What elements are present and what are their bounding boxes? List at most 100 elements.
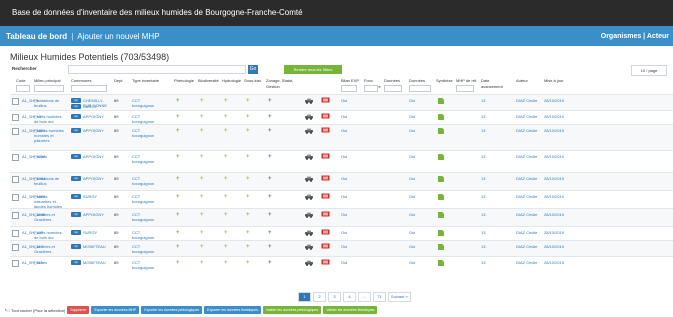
page-size-select[interactable]: 10 / page <box>631 65 667 76</box>
pdf-icon[interactable] <box>321 175 330 181</box>
column-header[interactable]: MHP de réf. <box>456 78 478 94</box>
add-icon[interactable]: + <box>246 98 250 104</box>
table-row[interactable]: A1_0H_1005 Prairies naturelles et landes … <box>10 190 673 209</box>
add-icon[interactable]: + <box>200 230 204 236</box>
row-checkbox[interactable] <box>12 154 19 161</box>
select-all-label[interactable]: Tout cocher (Pour la sélection) <box>11 308 65 313</box>
column-filter-select[interactable] <box>16 85 30 92</box>
row-milieu[interactable]: Forêts humides de bois dur <box>34 114 64 124</box>
bulk-action-button[interactable]: Exporter les données floristiques <box>204 306 261 314</box>
row-commune[interactable]: APPOIGNY <box>83 212 113 217</box>
add-icon[interactable]: + <box>200 244 204 250</box>
row-milieu[interactable]: Forêts humides de bois dur <box>34 230 64 240</box>
row-checkbox[interactable] <box>12 260 19 267</box>
reset-filters-button[interactable]: Rendre tous les filtres <box>284 65 342 74</box>
page-button[interactable]: ... <box>358 292 371 302</box>
pdf-icon[interactable] <box>321 113 330 119</box>
add-icon[interactable]: + <box>200 212 204 218</box>
page-button[interactable]: 4 <box>343 292 356 302</box>
add-icon[interactable]: + <box>224 260 228 266</box>
add-icon[interactable]: + <box>200 98 204 104</box>
row-commune[interactable]: APPOIGNY <box>83 114 113 119</box>
row-commune[interactable]: APPOIGNY <box>83 176 113 181</box>
add-icon[interactable]: + <box>246 114 250 120</box>
column-header[interactable]: Données validées <box>384 78 406 94</box>
page-button[interactable]: 71 <box>373 292 386 302</box>
bulk-action-button[interactable]: Valider les données pédologiques <box>262 306 322 314</box>
document-icon[interactable] <box>438 154 444 160</box>
add-icon[interactable]: + <box>268 128 272 134</box>
pdf-icon[interactable] <box>321 243 330 249</box>
pdf-icon[interactable] <box>321 229 330 235</box>
column-header[interactable]: Mise à jour <box>544 78 574 94</box>
row-milieu[interactable]: Plantations de feuillus <box>34 176 64 186</box>
row-commune[interactable]: APPOIGNY <box>83 128 113 133</box>
add-icon[interactable]: + <box>268 230 272 236</box>
column-header[interactable]: Hydrologie <box>222 78 242 94</box>
bulk-action-button[interactable]: Valider les données floristiques <box>323 306 378 314</box>
column-header[interactable] <box>304 78 320 94</box>
row-checkbox[interactable] <box>12 128 19 135</box>
add-icon[interactable]: + <box>176 260 180 266</box>
select-all-icon[interactable]: └□ <box>4 308 9 313</box>
row-commune[interactable]: MONETEAU <box>83 260 113 265</box>
column-header[interactable]: Dept <box>114 78 128 94</box>
document-icon[interactable] <box>438 114 444 120</box>
column-filter-select[interactable] <box>384 85 402 92</box>
vehicle-icon[interactable] <box>304 98 314 104</box>
row-checkbox[interactable] <box>12 176 19 183</box>
add-icon[interactable]: + <box>224 128 228 134</box>
add-icon[interactable]: + <box>268 212 272 218</box>
document-icon[interactable] <box>438 194 444 200</box>
column-header[interactable]: Phénologie <box>174 78 196 94</box>
page-button[interactable]: 3 <box>328 292 341 302</box>
pdf-icon[interactable] <box>321 127 330 133</box>
add-icon[interactable]: + <box>176 176 180 182</box>
add-icon[interactable]: + <box>176 194 180 200</box>
column-filter-select[interactable] <box>364 85 378 92</box>
add-icon[interactable]: + <box>224 212 228 218</box>
add-icon[interactable]: + <box>176 212 180 218</box>
add-icon[interactable]: + <box>200 194 204 200</box>
add-icon[interactable]: + <box>268 244 272 250</box>
vehicle-icon[interactable] <box>304 194 314 200</box>
table-row[interactable]: A1_0H_116 Friches mp MONETEAU 89 CCT bourguig… <box>10 256 673 271</box>
row-commune-2[interactable]: SURGY <box>83 104 97 109</box>
page-button[interactable]: 2 <box>313 292 326 302</box>
pdf-icon[interactable] <box>321 259 330 265</box>
vehicle-icon[interactable] <box>304 154 314 160</box>
page-button[interactable]: 1 <box>298 292 311 302</box>
nav-add-mhp[interactable]: Ajouter un nouvel MHP <box>77 32 159 41</box>
column-header[interactable]: Communes <box>71 78 111 94</box>
add-icon[interactable]: + <box>224 230 228 236</box>
table-row[interactable]: A1_0H_1001 Prairies humides humides et pâ… <box>10 124 673 151</box>
row-commune[interactable]: MONETEAU <box>83 244 113 249</box>
add-icon[interactable]: + <box>200 128 204 134</box>
add-icon[interactable]: + <box>246 212 250 218</box>
column-header[interactable]: Sous-trav. <box>244 78 264 94</box>
add-icon[interactable]: + <box>200 154 204 160</box>
vehicle-icon[interactable] <box>304 212 314 218</box>
row-milieu[interactable]: Carrières et Gravières <box>34 212 64 222</box>
row-milieu[interactable]: Prairies naturelles et landes humides <box>34 194 64 209</box>
table-row[interactable]: A1_0H_10 Forêts humides de bois dur mp APPO… <box>10 110 673 125</box>
document-icon[interactable] <box>438 98 444 104</box>
add-icon[interactable]: + <box>246 244 250 250</box>
document-icon[interactable] <box>438 244 444 250</box>
add-icon[interactable]: + <box>246 154 250 160</box>
add-icon[interactable]: + <box>224 176 228 182</box>
document-icon[interactable] <box>438 212 444 218</box>
row-milieu[interactable]: Carrières et Gravières <box>34 244 64 254</box>
row-checkbox[interactable] <box>12 194 19 201</box>
row-checkbox[interactable] <box>12 244 19 251</box>
row-checkbox[interactable] <box>12 212 19 219</box>
vehicle-icon[interactable] <box>304 176 314 182</box>
add-icon[interactable]: + <box>246 194 250 200</box>
column-filter-select[interactable] <box>71 85 107 92</box>
table-row[interactable]: A1_0H_107 Forêts humides de bois dur mp SUR… <box>10 226 673 241</box>
add-icon[interactable]: + <box>268 98 272 104</box>
column-header[interactable]: Milieu principal <box>34 78 68 94</box>
vehicle-icon[interactable] <box>304 260 314 266</box>
add-icon[interactable]: + <box>246 230 250 236</box>
column-header[interactable]: Bilan EXP <box>341 78 361 94</box>
